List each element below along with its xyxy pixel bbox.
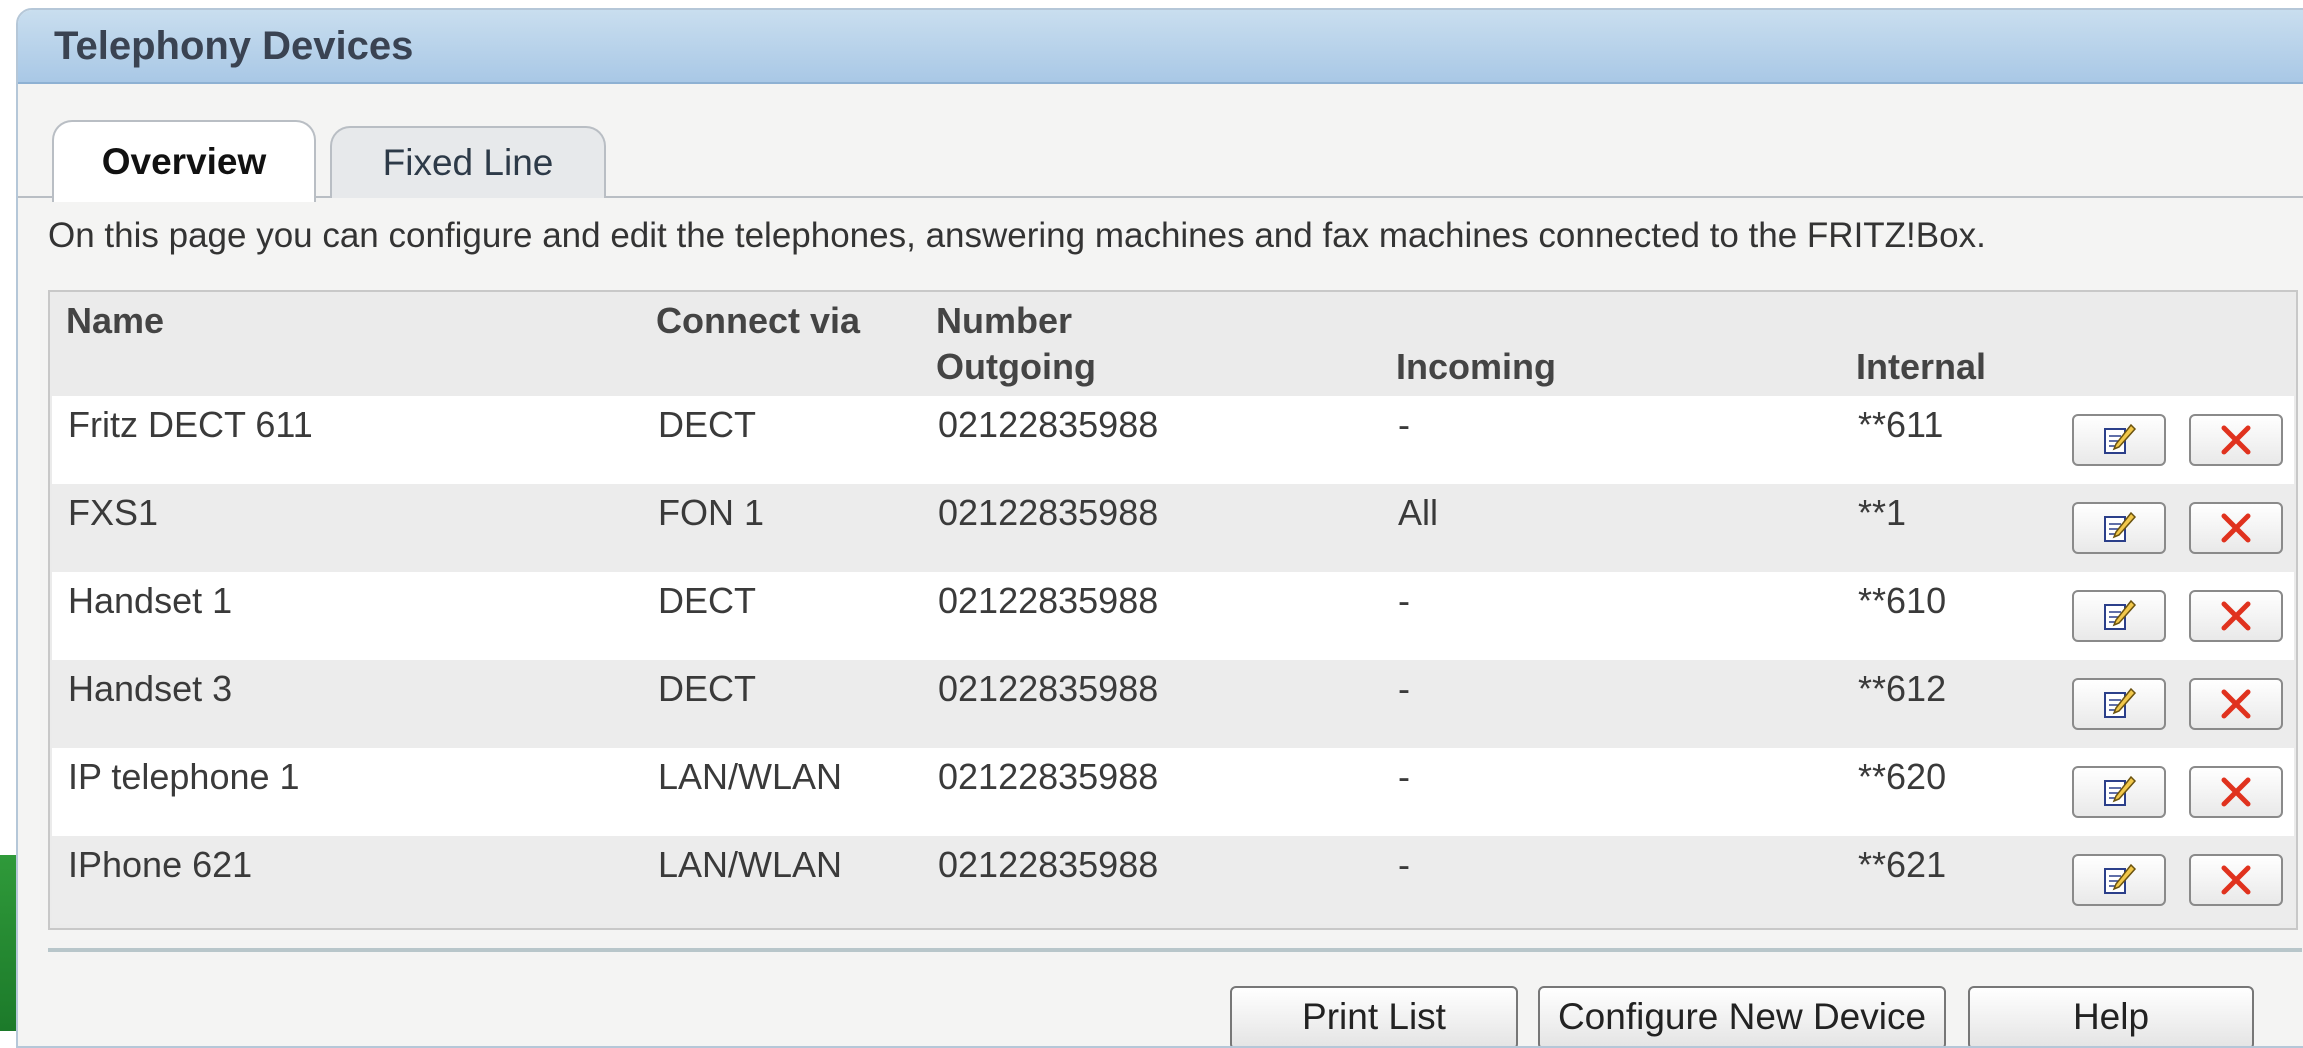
edit-button[interactable] <box>2072 590 2166 642</box>
table-row: IP telephone 1 LAN/WLAN 02122835988 - **620 <box>52 748 2294 836</box>
delete-button[interactable] <box>2189 502 2283 554</box>
edit-button[interactable] <box>2072 766 2166 818</box>
edit-icon <box>2101 511 2137 545</box>
table-row: IPhone 621 LAN/WLAN 02122835988 - **621 <box>52 836 2294 924</box>
table-row: FXS1 FON 1 02122835988 All **1 <box>52 484 2294 572</box>
cell-incoming: - <box>1398 580 1410 621</box>
cell-internal: **611 <box>1858 404 1944 445</box>
cell-connect-via: DECT <box>658 580 756 621</box>
cell-incoming: - <box>1398 756 1410 797</box>
edit-icon <box>2101 423 2137 457</box>
delete-icon <box>2219 424 2253 456</box>
cell-outgoing: 02122835988 <box>938 668 1159 709</box>
table-row: Handset 3 DECT 02122835988 - **612 <box>52 660 2294 748</box>
cell-outgoing: 02122835988 <box>938 580 1159 621</box>
cell-name: Handset 1 <box>68 580 233 621</box>
cell-internal: **612 <box>1858 668 1947 709</box>
delete-icon <box>2219 864 2253 896</box>
cell-name: Fritz DECT 611 <box>68 404 313 445</box>
edit-button[interactable] <box>2072 502 2166 554</box>
cell-internal: **1 <box>1858 492 1907 533</box>
delete-button[interactable] <box>2189 590 2283 642</box>
cell-connect-via: LAN/WLAN <box>658 844 843 885</box>
cell-connect-via: FON 1 <box>658 492 765 533</box>
cell-outgoing: 02122835988 <box>938 844 1159 885</box>
cell-name: Handset 3 <box>68 668 233 709</box>
cell-incoming: - <box>1398 668 1410 709</box>
cell-connect-via: DECT <box>658 404 756 445</box>
cell-internal: **620 <box>1858 756 1947 797</box>
edit-button[interactable] <box>2072 854 2166 906</box>
help-button[interactable]: Help <box>1968 986 2254 1046</box>
header-name: Name <box>66 300 165 341</box>
edit-icon <box>2101 687 2137 721</box>
edit-button[interactable] <box>2072 678 2166 730</box>
table-row: Fritz DECT 611 DECT 02122835988 - **611 <box>52 396 2294 484</box>
cell-name: FXS1 <box>68 492 159 533</box>
delete-button[interactable] <box>2189 854 2283 906</box>
edit-icon <box>2101 863 2137 897</box>
tab-overview[interactable]: Overview <box>52 120 316 202</box>
cell-incoming: - <box>1398 844 1410 885</box>
devices-table: Name Connect via Number Outgoing Incomin… <box>48 290 2298 930</box>
edit-icon <box>2101 599 2137 633</box>
header-incoming: Incoming <box>1396 346 1556 387</box>
cell-outgoing: 02122835988 <box>938 404 1159 445</box>
page-title: Telephony Devices <box>54 24 414 68</box>
cell-connect-via: DECT <box>658 668 756 709</box>
delete-button[interactable] <box>2189 414 2283 466</box>
cell-name: IP telephone 1 <box>68 756 300 797</box>
divider <box>48 948 2302 952</box>
cell-incoming: All <box>1398 492 1439 533</box>
table-row: Handset 1 DECT 02122835988 - **610 <box>52 572 2294 660</box>
telephony-devices-panel: Telephony Devices Overview Fixed Line On… <box>16 8 2303 1048</box>
configure-new-device-button[interactable]: Configure New Device <box>1538 986 1946 1046</box>
delete-button[interactable] <box>2189 766 2283 818</box>
header-connect-via: Connect via <box>656 300 861 341</box>
header-number: Number <box>936 300 1073 341</box>
header-internal: Internal <box>1856 346 1987 387</box>
delete-icon <box>2219 600 2253 632</box>
delete-button[interactable] <box>2189 678 2283 730</box>
edit-button[interactable] <box>2072 414 2166 466</box>
cell-name: IPhone 621 <box>68 844 253 885</box>
header-outgoing: Outgoing <box>936 346 1096 387</box>
cell-outgoing: 02122835988 <box>938 756 1159 797</box>
page-description: On this page you can configure and edit … <box>48 216 1986 255</box>
cell-outgoing: 02122835988 <box>938 492 1159 533</box>
delete-icon <box>2219 512 2253 544</box>
cell-internal: **621 <box>1858 844 1947 885</box>
delete-icon <box>2219 776 2253 808</box>
print-list-button[interactable]: Print List <box>1230 986 1518 1046</box>
cell-connect-via: LAN/WLAN <box>658 756 843 797</box>
edit-icon <box>2101 775 2137 809</box>
cell-incoming: - <box>1398 404 1410 445</box>
title-bar: Telephony Devices <box>18 10 2303 84</box>
tab-fixed-line[interactable]: Fixed Line <box>330 126 606 198</box>
cell-internal: **610 <box>1858 580 1947 621</box>
delete-icon <box>2219 688 2253 720</box>
